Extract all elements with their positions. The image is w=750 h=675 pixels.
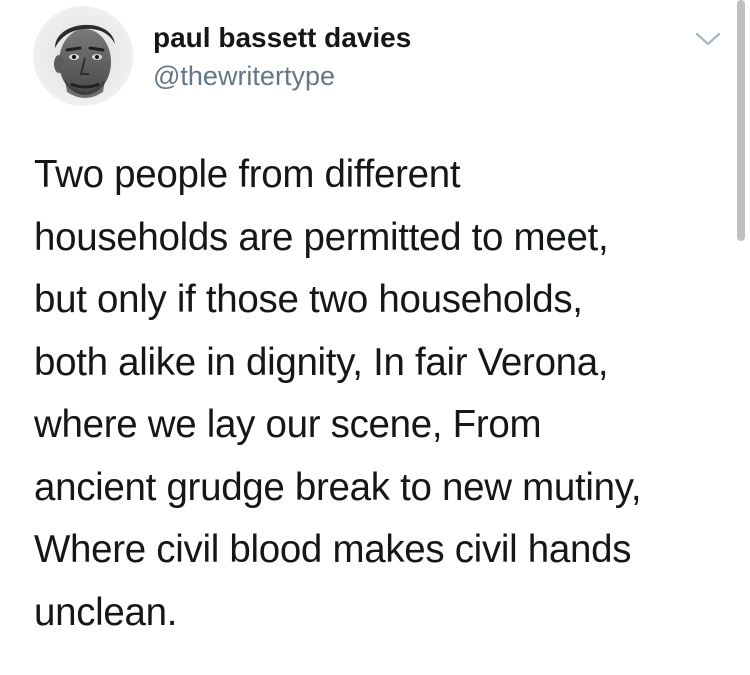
tweet-text-line: but only if those two households, bbox=[34, 278, 583, 321]
chevron-down-icon bbox=[695, 32, 721, 46]
tweet-text-line: Two people from different bbox=[34, 153, 461, 196]
tweet-text-line: where we lay our scene, From bbox=[34, 403, 542, 446]
tweet-text-line: ancient grudge break to new mutiny, bbox=[34, 465, 642, 509]
tweet-text: Two people from different households are… bbox=[34, 144, 724, 644]
avatar-photo-icon bbox=[33, 6, 133, 106]
user-handle[interactable]: @thewritertype bbox=[153, 63, 335, 90]
tweet-text-line: Where civil blood makes civil hands bbox=[34, 528, 632, 571]
avatar[interactable] bbox=[33, 6, 133, 106]
tweet-text-line: households are permitted to meet, bbox=[34, 215, 609, 259]
tweet-card: paul bassett davies @thewritertype Two p… bbox=[0, 0, 750, 675]
display-name[interactable]: paul bassett davies bbox=[153, 24, 411, 52]
tweet-text-line: unclean. bbox=[34, 590, 178, 634]
tweet-text-line: both alike in dignity, In fair Verona, bbox=[34, 340, 609, 384]
tweet-menu-button[interactable] bbox=[695, 29, 721, 49]
scrollbar[interactable] bbox=[737, 0, 745, 241]
